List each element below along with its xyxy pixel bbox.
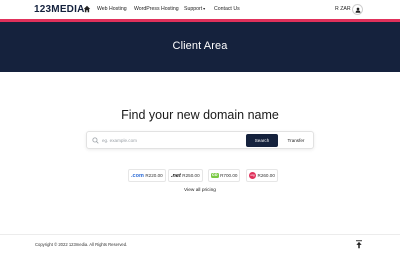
search-icon (92, 137, 99, 144)
nav-link-contact-us[interactable]: Contact Us (214, 6, 240, 12)
page-title: Client Area (172, 40, 228, 52)
tld-chip-net[interactable]: .net R250.00 (168, 169, 203, 182)
chevron-down-icon: ▾ (203, 6, 206, 12)
currency-selector[interactable]: R ZAR (335, 6, 351, 12)
tld-org-logo: org (249, 172, 256, 179)
hero-banner: Client Area (0, 22, 400, 72)
brand-logo[interactable]: 123MEDIA (34, 4, 85, 15)
tld-chip-org[interactable]: org R260.00 (246, 169, 278, 182)
view-all-pricing-link[interactable]: View all pricing (0, 188, 400, 193)
tld-co-logo: co (211, 173, 219, 178)
user-icon (355, 7, 360, 13)
domain-search-input[interactable] (102, 135, 242, 146)
nav-link-support-label: Support (184, 6, 203, 12)
tld-com-logo: .com (131, 172, 144, 179)
domain-search-heading: Find your new domain name (121, 108, 279, 122)
nav-link-wordpress-hosting[interactable]: WordPress Hosting (134, 6, 179, 12)
transfer-button[interactable]: Transfer (280, 134, 312, 147)
nav-link-web-hosting[interactable]: Web Hosting (97, 6, 127, 12)
search-button[interactable]: Search (246, 134, 278, 147)
tld-chip-co[interactable]: co R700.00 (208, 169, 241, 182)
tld-net-logo: .net (171, 172, 181, 179)
nav-link-support[interactable]: Support▾ (184, 6, 205, 12)
user-account-button[interactable] (352, 4, 363, 15)
tld-co-logo-text: co (212, 173, 218, 178)
home-icon[interactable] (83, 5, 91, 13)
tld-price: R260.00 (257, 173, 275, 178)
arrow-up-to-top-icon[interactable] (355, 240, 363, 249)
tld-price: R250.00 (182, 173, 200, 178)
tld-chip-com[interactable]: .com R220.00 (128, 169, 166, 182)
tld-price: R220.00 (145, 173, 163, 178)
tld-price: R700.00 (220, 173, 238, 178)
domain-search-box: Search Transfer (86, 131, 314, 149)
tld-org-logo-text: org (250, 174, 255, 177)
footer-divider (0, 234, 400, 235)
top-navbar: 123MEDIA Web Hosting WordPress Hosting S… (0, 0, 400, 19)
footer-copyright: Copyright © 2022 123media. All Rights Re… (35, 242, 128, 247)
